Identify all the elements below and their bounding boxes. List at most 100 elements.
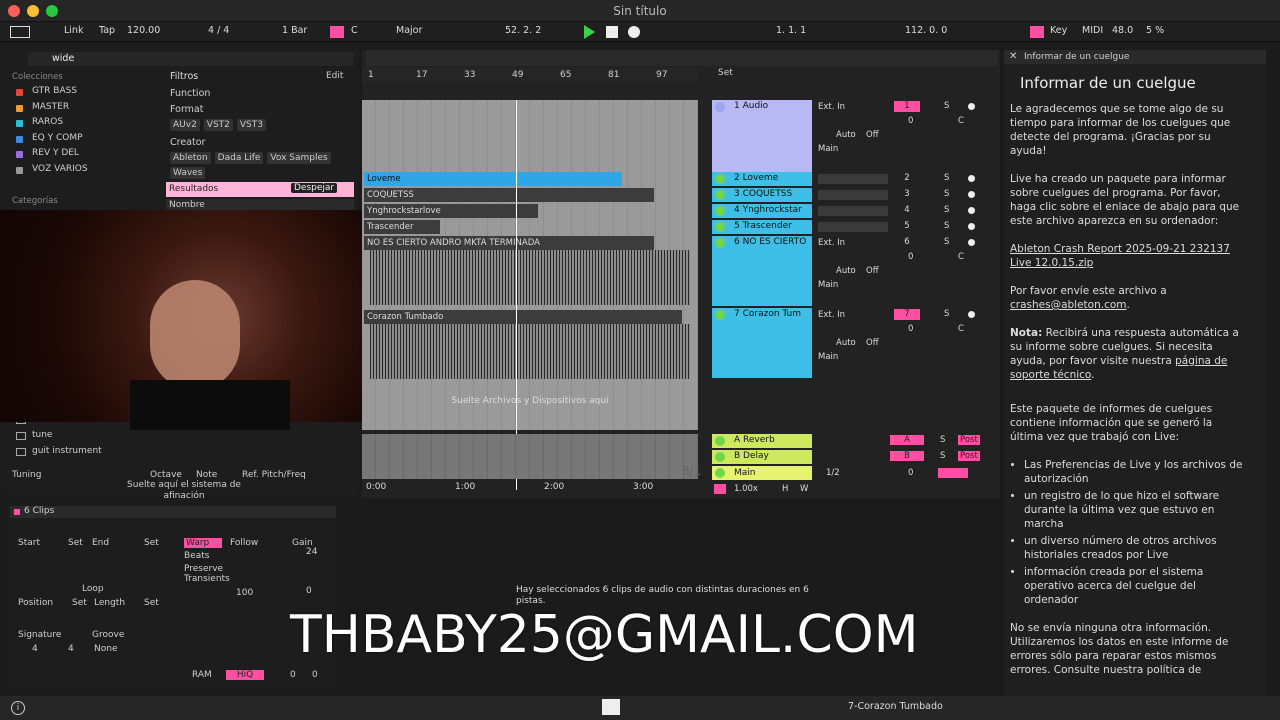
volume-value[interactable]: 0 xyxy=(908,324,913,334)
key-map-toggle[interactable] xyxy=(1030,26,1044,38)
track-activator-icon[interactable] xyxy=(715,206,725,216)
format-tag[interactable]: AUv2 xyxy=(170,119,200,131)
audio-clip[interactable]: Loveme xyxy=(364,172,622,186)
track-header[interactable]: 4 Ynghrockstar xyxy=(712,204,812,218)
scale-select[interactable]: Major xyxy=(396,25,422,36)
solo-button[interactable]: S xyxy=(944,101,949,111)
quantize-select[interactable]: 1 Bar xyxy=(282,25,307,36)
solo-button[interactable]: S xyxy=(944,221,949,231)
track-header[interactable]: 6 NO ES CIERTO xyxy=(712,236,812,306)
crash-close-icon[interactable]: ✕ xyxy=(1009,51,1017,62)
time-ruler[interactable]: 0:00 1:00 2:00 3:00 xyxy=(362,482,698,496)
pan-knob[interactable]: C xyxy=(958,116,964,126)
audio-clip[interactable]: Trascender xyxy=(364,220,440,234)
position-set[interactable]: Set xyxy=(72,598,87,608)
collection-item[interactable]: EQ Y COMP xyxy=(16,133,156,149)
layout-icon[interactable] xyxy=(10,26,30,38)
off-monitor-button[interactable]: Off xyxy=(866,266,879,276)
auto-monitor-button[interactable]: Auto xyxy=(836,338,856,348)
song-position[interactable]: 52. 2. 2 xyxy=(505,25,541,36)
return-letter[interactable]: B xyxy=(890,451,924,461)
solo-button[interactable]: S xyxy=(944,205,949,215)
zoom-level[interactable]: 1.00x xyxy=(734,484,758,494)
collection-item[interactable]: REV Y DEL xyxy=(16,148,156,164)
function-filter[interactable]: Function xyxy=(170,88,210,99)
track-activator-icon[interactable] xyxy=(715,310,725,320)
scrub-area[interactable] xyxy=(366,50,998,66)
input-type-select[interactable]: Ext. In xyxy=(818,310,845,320)
return-activator-icon[interactable] xyxy=(715,436,725,446)
output-select[interactable]: Main xyxy=(818,352,838,362)
signature-denominator[interactable]: 4 xyxy=(68,644,74,654)
return-header[interactable]: A Reverb xyxy=(712,434,812,448)
collection-item[interactable]: VOZ VARIOS xyxy=(16,164,156,180)
master-activator[interactable] xyxy=(715,468,725,478)
solo-button[interactable]: S xyxy=(944,237,949,247)
set-button[interactable]: Set xyxy=(718,68,733,78)
track-header[interactable]: 1 Audio xyxy=(712,100,812,172)
signature-field[interactable]: 4 / 4 xyxy=(208,25,229,36)
return-post[interactable]: Post xyxy=(958,451,980,461)
places-item[interactable]: tune xyxy=(16,430,156,446)
crash-email-link[interactable]: crashes@ableton.com xyxy=(1010,299,1127,311)
return-activator-icon[interactable] xyxy=(715,452,725,462)
input-type-select[interactable]: Ext. In xyxy=(818,102,845,112)
hide-w[interactable]: W xyxy=(800,484,808,494)
filters-label[interactable]: Filtros xyxy=(170,71,198,82)
key-map-label[interactable]: Key xyxy=(1050,25,1067,36)
clip-zero-2[interactable]: 0 xyxy=(312,670,318,680)
clear-button[interactable]: Despejar xyxy=(291,183,338,193)
transient-value[interactable]: 100 xyxy=(236,588,253,598)
record-icon[interactable] xyxy=(628,26,640,38)
track-header[interactable]: 2 Loveme xyxy=(712,172,812,186)
track-activator-icon[interactable] xyxy=(715,222,725,232)
master-name[interactable]: Main xyxy=(712,466,812,480)
format-tag[interactable]: VST2 xyxy=(203,119,233,131)
end-set[interactable]: Set xyxy=(144,538,159,548)
off-monitor-button[interactable]: Off xyxy=(866,130,879,140)
zoom-toggle[interactable] xyxy=(714,484,726,494)
pan-knob[interactable]: C xyxy=(958,252,964,262)
link-button[interactable]: Link xyxy=(64,25,83,36)
track-number[interactable]: 5 xyxy=(894,221,920,232)
play-icon[interactable] xyxy=(584,25,595,39)
warp-mode-select[interactable]: Beats xyxy=(184,551,209,561)
off-monitor-button[interactable]: Off xyxy=(866,338,879,348)
info-icon[interactable]: i xyxy=(11,701,25,715)
pan-knob[interactable]: C xyxy=(958,324,964,334)
track-header[interactable]: 7 Corazon Tum xyxy=(712,308,812,378)
crash-report-link[interactable]: Ableton Crash Report 2025-09-21 232137 L… xyxy=(1010,242,1248,270)
format-tag[interactable]: VST3 xyxy=(236,119,266,131)
audio-clip[interactable]: COQUETSS xyxy=(364,188,654,202)
arm-button[interactable] xyxy=(968,175,975,182)
track-header[interactable]: 3 COQUETSS xyxy=(712,188,812,202)
loop-length[interactable]: 112. 0. 0 xyxy=(905,25,947,36)
return-solo[interactable]: S xyxy=(940,435,945,445)
audio-clip[interactable]: Ynghrockstarlove xyxy=(364,204,538,218)
track-number[interactable]: 2 xyxy=(894,173,920,184)
arm-button[interactable] xyxy=(968,311,975,318)
master-routing[interactable]: 1/2 xyxy=(826,468,840,478)
key-select[interactable]: C xyxy=(351,25,358,36)
tempo-field[interactable]: 120.00 xyxy=(127,25,160,36)
auto-monitor-button[interactable]: Auto xyxy=(836,130,856,140)
ram-button[interactable]: RAM xyxy=(192,670,212,680)
solo-button[interactable]: S xyxy=(944,309,949,319)
audio-clip[interactable]: NO ES CIERTO ANDRO MKTA TERMINADA xyxy=(364,236,654,250)
collection-item[interactable]: MASTER xyxy=(16,102,156,118)
loop-start[interactable]: 1. 1. 1 xyxy=(776,25,806,36)
arm-button[interactable] xyxy=(968,239,975,246)
collection-item[interactable]: GTR BASS xyxy=(16,86,156,102)
creator-tag[interactable]: Ableton xyxy=(170,152,211,164)
audio-clip[interactable]: Corazon Tumbado xyxy=(364,310,682,324)
length-set[interactable]: Set xyxy=(144,598,159,608)
track-activator-icon[interactable] xyxy=(715,190,725,200)
follow-button[interactable]: Follow xyxy=(230,538,258,548)
tap-button[interactable]: Tap xyxy=(99,25,115,36)
output-select[interactable]: Main xyxy=(818,144,838,154)
creator-tag[interactable]: Vox Samples xyxy=(267,152,331,164)
hide-h[interactable]: H xyxy=(782,484,788,494)
track-number[interactable]: 1 xyxy=(894,101,920,112)
return-solo[interactable]: S xyxy=(940,451,945,461)
auto-monitor-button[interactable]: Auto xyxy=(836,266,856,276)
